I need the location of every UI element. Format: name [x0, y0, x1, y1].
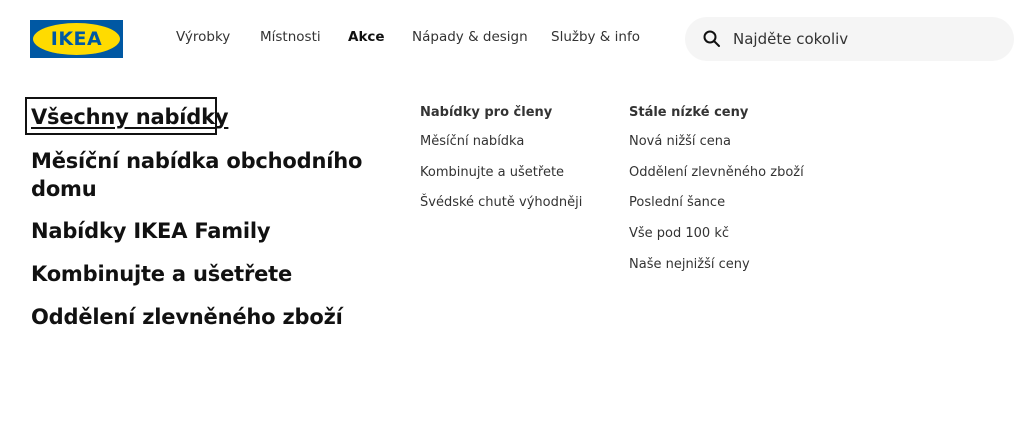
link-combine-and-save[interactable]: Kombinujte a ušetřete — [31, 260, 292, 288]
link-members-swedish-food[interactable]: Švédské chutě výhodněji — [420, 195, 582, 210]
link-members-combine[interactable]: Kombinujte a ušetřete — [420, 165, 564, 180]
link-last-chance[interactable]: Poslední šance — [629, 195, 725, 210]
link-monthly-store-offer[interactable]: Měsíční nabídka obchodního — [31, 147, 362, 175]
search-input[interactable]: Najděte cokoliv — [733, 30, 848, 48]
low-prices-column-title: Stále nízké ceny — [629, 105, 749, 120]
link-bargain-section[interactable]: Oddělení zlevněného zboží — [629, 165, 804, 180]
members-column-title: Nabídky pro členy — [420, 105, 553, 120]
link-new-lower-price[interactable]: Nová nižší cena — [629, 134, 731, 149]
search-icon — [703, 30, 720, 47]
nav-item-mistnosti[interactable]: Místnosti — [260, 29, 321, 45]
nav-item-napady-design[interactable]: Nápady & design — [412, 29, 528, 45]
link-bargain-corner[interactable]: Oddělení zlevněného zboží — [31, 303, 343, 331]
nav-item-sluzby-info[interactable]: Služby & info — [551, 29, 640, 45]
link-under-100[interactable]: Vše pod 100 kč — [629, 226, 729, 241]
link-members-monthly[interactable]: Měsíční nabídka — [420, 134, 524, 149]
link-ikea-family-offers[interactable]: Nabídky IKEA Family — [31, 217, 271, 245]
link-monthly-store-offer-cont[interactable]: domu — [31, 175, 97, 203]
nav-item-akce[interactable]: Akce — [348, 29, 385, 45]
link-lowest-prices[interactable]: Naše nejnižší ceny — [629, 257, 750, 272]
ikea-logo[interactable]: IKEA — [30, 20, 123, 58]
search-bar[interactable]: Najděte cokoliv — [685, 17, 1014, 61]
logo-wordmark: IKEA — [50, 28, 103, 50]
nav-item-vyrobky[interactable]: Výrobky — [176, 29, 230, 45]
link-all-offers[interactable]: Všechny nabídky — [31, 103, 229, 131]
